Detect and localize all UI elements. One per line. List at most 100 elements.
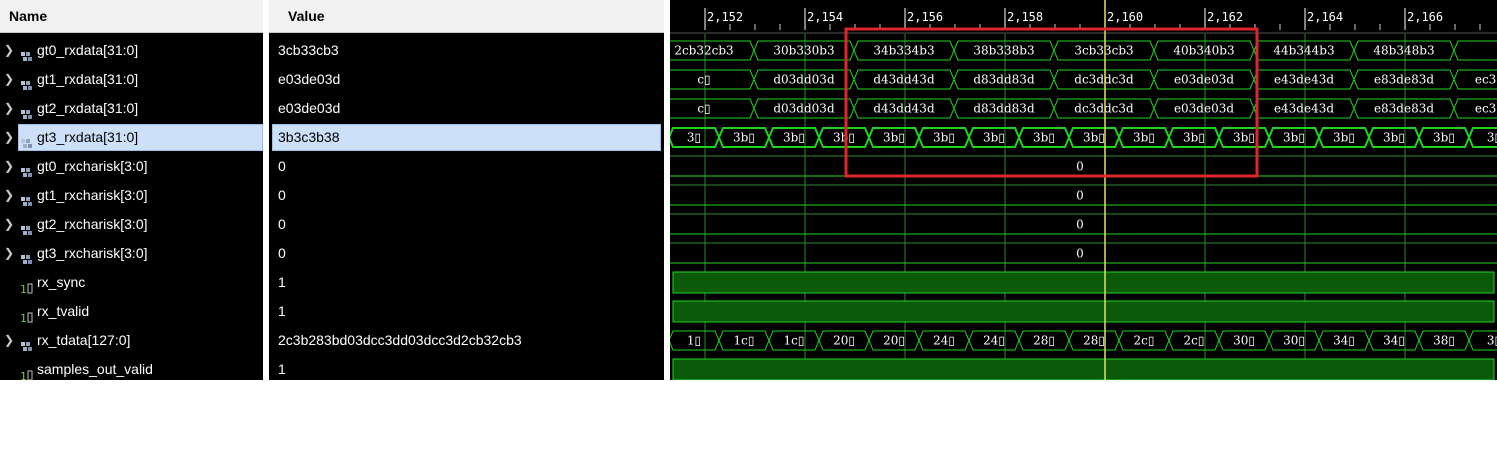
value-row[interactable]: 0 (269, 239, 664, 268)
bus-value-label: 34▯ (1333, 334, 1355, 348)
bus-value-label: 30▯ (1283, 334, 1305, 348)
expand-chevron-icon[interactable]: ❯ (4, 326, 14, 355)
bus-value-label: c▯ (697, 102, 710, 116)
signal-row[interactable]: ❯ gt1_rxdata[31:0] (0, 65, 263, 94)
signal-row[interactable]: 1 rx_sync (0, 268, 263, 297)
expand-chevron-icon[interactable]: ❯ (4, 152, 14, 181)
value-row[interactable]: 3cb33cb3 (269, 36, 664, 65)
time-tick-label: 2,166 (1407, 10, 1443, 24)
bus-value-label: 3b▯ (883, 131, 905, 145)
signal-row[interactable]: ❯ gt2_rxdata[31:0] (0, 94, 263, 123)
value-row[interactable]: 0 (269, 181, 664, 210)
constant-value-label: 0 (1076, 218, 1084, 232)
bus-value-label: 3b▯ (1233, 131, 1255, 145)
value-row[interactable]: e03de03d (269, 94, 664, 123)
time-tick-label: 2,156 (907, 10, 943, 24)
value-row[interactable]: 0 (269, 210, 664, 239)
value-row[interactable]: 1 (269, 355, 664, 380)
bit-signal-icon: 1 (20, 276, 34, 296)
bus-value-label: e03de03d (1174, 102, 1234, 116)
signal-name: gt2_rxdata[31:0] (37, 100, 139, 116)
waveform-canvas[interactable]: 2,152 2,154 2,156 2,158 2,160 2,162 2,164 2,166… (670, 0, 1497, 380)
bus-value-label: 30▯ (1233, 334, 1255, 348)
signal-value: e03de03d (278, 100, 341, 116)
signal-value: 0 (278, 216, 286, 232)
bus-value-label: d43dd43d (873, 102, 935, 116)
value-column-label: Value (288, 8, 325, 24)
bus-value-label: 3b▯ (1283, 131, 1305, 145)
expand-chevron-icon[interactable]: ❯ (4, 65, 14, 94)
signal-name: gt0_rxdata[31:0] (37, 42, 139, 58)
signal-value: 1 (278, 274, 286, 290)
signal-name: gt3_rxcharisk[3:0] (37, 245, 148, 261)
value-row[interactable]: 3b3c3b38 (269, 123, 664, 152)
signal-value: 2c3b283bd03dcc3dd03dcc3d2cb32cb3 (278, 332, 522, 348)
bus-value-label: 3b▯ (983, 131, 1005, 145)
time-tick-label: 2,154 (807, 10, 843, 24)
signal-name: rx_tdata[127:0] (37, 332, 131, 348)
signal-name: gt2_rxcharisk[3:0] (37, 216, 148, 232)
value-row[interactable]: 1 (269, 297, 664, 326)
bus-signal-icon (20, 102, 34, 119)
bus-value-label: e43de43d (1274, 73, 1334, 87)
signal-row[interactable]: ❯ gt1_rxcharisk[3:0] (0, 181, 263, 210)
signal-row[interactable]: 1 samples_out_valid (0, 355, 263, 380)
bus-value-label: 3b▯ (1133, 131, 1155, 145)
signal-row[interactable]: ❯ gt0_rxcharisk[3:0] (0, 152, 263, 181)
bus-value-label: 24▯ (933, 334, 955, 348)
signal-row[interactable]: ❯ rx_tdata[127:0] (0, 326, 263, 355)
value-row[interactable]: e03de03d (269, 65, 664, 94)
signal-row[interactable]: ❯ gt0_rxdata[31:0] (0, 36, 263, 65)
expand-chevron-icon[interactable]: ❯ (4, 181, 14, 210)
value-row[interactable]: 1 (269, 268, 664, 297)
high-signal (672, 358, 1495, 380)
signal-row[interactable]: ❯ gt2_rxcharisk[3:0] (0, 210, 263, 239)
bit-signal-icon: 1 (20, 363, 34, 380)
constant-value-label: 0 (1076, 247, 1084, 261)
expand-chevron-icon[interactable]: ❯ (4, 239, 14, 268)
signal-row[interactable]: ❯ gt3_rxdata[31:0] (0, 123, 263, 152)
expand-chevron-icon[interactable]: ❯ (4, 94, 14, 123)
bus-value-label: 3b▯ (1433, 131, 1455, 145)
signal-value: 1 (278, 361, 286, 377)
bus-value-label: e43de43d (1274, 102, 1334, 116)
signal-value: 0 (278, 245, 286, 261)
signal-value: e03de03d (278, 71, 341, 87)
value-column-header[interactable]: Value (269, 0, 664, 33)
bus-signal-icon (20, 131, 34, 148)
expand-chevron-icon[interactable]: ❯ (4, 36, 14, 65)
bus-value-label: 3▯ (1487, 131, 1497, 145)
bus-value-label: 20▯ (833, 334, 855, 348)
name-column-header[interactable]: Name (0, 0, 263, 33)
bus-value-label: 3b▯ (783, 131, 805, 145)
bus-value-label: 48b348b3 (1373, 44, 1434, 58)
expand-chevron-icon[interactable]: ❯ (4, 123, 14, 152)
signal-row[interactable]: 1 rx_tvalid (0, 297, 263, 326)
signal-name-panel: Name ❯ gt0_rxdata[31:0] ❯ gt1_rxdata[31:0] ❯… (0, 0, 263, 380)
value-row[interactable]: 2c3b283bd03dcc3dd03dcc3d2cb32cb3 (269, 326, 664, 355)
signal-name: samples_out_valid (37, 361, 153, 377)
signal-value: 1 (278, 303, 286, 319)
bus-signal-icon (20, 160, 34, 177)
time-tick-label: 2,158 (1007, 10, 1043, 24)
bus-value-label: 3b▯ (1033, 131, 1055, 145)
bus-value-label: 34b334b3 (873, 44, 934, 58)
bus-value-label: d83dd83d (973, 73, 1035, 87)
high-signal (672, 271, 1495, 294)
bus-value-label: 3b▯ (933, 131, 955, 145)
signal-row[interactable]: ❯ gt3_rxcharisk[3:0] (0, 239, 263, 268)
bus-value-label: 3b▯ (1383, 131, 1405, 145)
bus-value-label: 3b▯ (1083, 131, 1105, 145)
expand-chevron-icon[interactable]: ❯ (4, 210, 14, 239)
bus-value-label: 34▯ (1383, 334, 1405, 348)
bus-value-label: 3▯ (687, 131, 701, 145)
waveform-panel[interactable]: 2,152 2,154 2,156 2,158 2,160 2,162 2,164 2,166… (670, 0, 1497, 380)
signal-value: 0 (278, 187, 286, 203)
value-row[interactable]: 0 (269, 152, 664, 181)
constant-value-label: 0 (1076, 189, 1084, 203)
svg-text:1: 1 (20, 283, 27, 295)
bus-value-label: 2c▯ (1134, 334, 1155, 348)
bus-value-label: 3▯ (1487, 334, 1497, 348)
bus-value-label: 3b▯ (733, 131, 755, 145)
bus-value-label: dc3ddc3d (1074, 102, 1134, 116)
